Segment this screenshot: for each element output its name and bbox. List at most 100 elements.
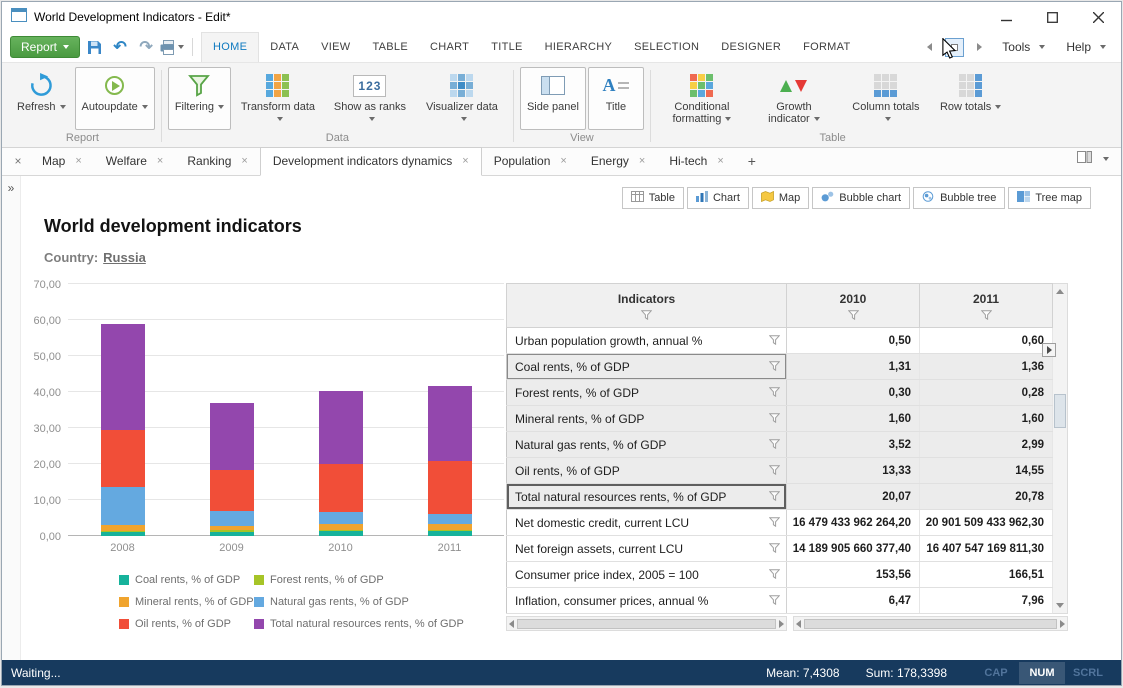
filter-icon[interactable]	[768, 568, 781, 582]
doc-tab-ranking[interactable]: Ranking ×	[175, 148, 259, 175]
doc-tab-hi-tech[interactable]: Hi-tech ×	[657, 148, 735, 175]
doc-tab-welfare[interactable]: Welfare ×	[94, 148, 176, 175]
ribbon-button-visualizer-data[interactable]: Visualizer data	[417, 67, 507, 130]
close-icon[interactable]: ×	[639, 155, 645, 167]
view-button-tree-map[interactable]: Tree map	[1008, 187, 1091, 209]
close-icon[interactable]: ×	[717, 155, 723, 167]
value-cell[interactable]: 3,52	[786, 431, 920, 458]
filter-icon[interactable]	[768, 594, 781, 608]
layout-dropdown-icon[interactable]	[1103, 157, 1109, 161]
ribbon-button-refresh[interactable]: Refresh	[10, 67, 73, 130]
value-cell[interactable]: 6,47	[786, 587, 920, 614]
view-button-bubble-tree[interactable]: Bubble tree	[913, 187, 1006, 209]
scroll-up-button[interactable]	[1053, 284, 1067, 299]
ribbon-tab-chart[interactable]: CHART	[419, 32, 480, 62]
filter-icon[interactable]	[768, 464, 781, 478]
filter-icon[interactable]	[768, 438, 781, 452]
value-cell[interactable]: 0,50	[786, 327, 920, 354]
indicator-cell[interactable]: Forest rents, % of GDP	[506, 379, 787, 406]
value-cell[interactable]: 14,55	[919, 457, 1053, 484]
view-button-bubble-chart[interactable]: Bubble chart	[812, 187, 911, 209]
frozen-pane-button[interactable]	[1042, 343, 1056, 357]
ribbon-tab-title[interactable]: TITLE	[480, 32, 533, 62]
doc-tab-energy[interactable]: Energy ×	[579, 148, 657, 175]
value-cell[interactable]: 14 189 905 660 377,40	[786, 535, 920, 562]
ribbon-button-column-totals[interactable]: Column totals	[841, 67, 931, 130]
horizontal-scroll-thumb[interactable]	[517, 618, 776, 629]
filter-icon[interactable]	[768, 490, 781, 504]
filter-icon[interactable]	[768, 542, 781, 556]
horizontal-scrollbar-left[interactable]	[506, 616, 787, 631]
filter-icon[interactable]	[847, 309, 859, 323]
close-icon[interactable]: ×	[157, 155, 163, 167]
view-button-chart[interactable]: Chart	[686, 187, 749, 209]
help-menu[interactable]: Help	[1059, 36, 1113, 58]
value-cell[interactable]: 13,33	[786, 457, 920, 484]
collapsed-side-panel[interactable]: »	[2, 176, 21, 660]
filter-icon[interactable]	[768, 516, 781, 530]
minimize-button[interactable]	[983, 2, 1029, 32]
close-icon[interactable]: ×	[75, 155, 81, 167]
indicator-cell[interactable]: Inflation, consumer prices, annual %	[506, 587, 787, 614]
nav-forward-button[interactable]	[971, 39, 988, 56]
doc-tab-map[interactable]: Map ×	[30, 148, 94, 175]
value-cell[interactable]: 1,60	[919, 405, 1053, 432]
ribbon-button-row-totals[interactable]: Row totals	[933, 67, 1008, 130]
ribbon-tab-format[interactable]: FORMAT	[792, 32, 861, 62]
ribbon-tab-table[interactable]: TABLE	[361, 32, 419, 62]
maximize-button[interactable]	[1029, 2, 1075, 32]
close-icon[interactable]: ×	[241, 155, 247, 167]
view-button-table[interactable]: Table	[621, 187, 684, 209]
column-header-indicators[interactable]: Indicators	[506, 283, 787, 328]
close-icon[interactable]: ×	[462, 155, 468, 167]
value-cell[interactable]: 0,60	[919, 327, 1053, 354]
close-icon[interactable]: ×	[560, 155, 566, 167]
indicator-cell[interactable]: Consumer price index, 2005 = 100	[506, 561, 787, 588]
horizontal-scrollbar-right[interactable]	[793, 616, 1068, 631]
ribbon-button-show-as-ranks[interactable]: 123 Show as ranks	[325, 67, 415, 130]
filter-icon[interactable]	[768, 334, 781, 348]
value-cell[interactable]: 166,51	[919, 561, 1053, 588]
vertical-scrollbar[interactable]	[1053, 283, 1068, 614]
redo-icon[interactable]: ↷	[134, 35, 158, 59]
value-cell[interactable]: 16 479 433 962 264,20	[786, 509, 920, 536]
indicator-cell[interactable]: Urban population growth, annual %	[506, 327, 787, 354]
filter-icon[interactable]	[768, 360, 781, 374]
column-header-2011[interactable]: 2011	[919, 283, 1053, 328]
filter-icon[interactable]	[640, 309, 653, 323]
ribbon-tab-selection[interactable]: SELECTION	[623, 32, 710, 62]
ribbon-tab-hierarchy[interactable]: HIERARCHY	[534, 32, 624, 62]
ribbon-tab-home[interactable]: HOME	[201, 32, 260, 62]
value-cell[interactable]: 1,60	[786, 405, 920, 432]
ribbon-button-side-panel[interactable]: Side panel	[519, 67, 586, 130]
view-button-map[interactable]: Map	[751, 187, 810, 209]
tools-menu[interactable]: Tools	[995, 36, 1052, 58]
value-cell[interactable]: 20,07	[786, 483, 920, 510]
doc-tab-development-indicators-dynamics[interactable]: Development indicators dynamics ×	[259, 147, 482, 176]
filter-icon[interactable]	[768, 412, 781, 426]
undo-icon[interactable]: ↶	[108, 35, 132, 59]
doc-tab-population[interactable]: Population ×	[482, 148, 579, 175]
indicator-cell[interactable]: Oil rents, % of GDP	[506, 457, 787, 484]
value-cell[interactable]: 2,99	[919, 431, 1053, 458]
print-icon[interactable]	[160, 35, 185, 59]
indicator-cell[interactable]: Net domestic credit, current LCU	[506, 509, 787, 536]
ribbon-button-autoupdate[interactable]: Autoupdate	[74, 67, 155, 130]
value-cell[interactable]: 0,30	[786, 379, 920, 406]
save-icon[interactable]	[82, 35, 106, 59]
close-tab-button[interactable]: ×	[6, 154, 30, 175]
status-toggle-scrl[interactable]: SCRL	[1065, 662, 1111, 684]
value-cell[interactable]: 0,28	[919, 379, 1053, 406]
ribbon-button-transform-data[interactable]: Transform data	[233, 67, 323, 130]
close-button[interactable]	[1075, 2, 1121, 32]
nav-back-button[interactable]	[921, 39, 938, 56]
value-cell[interactable]: 20 901 509 433 962,30	[919, 509, 1053, 536]
ribbon-tab-designer[interactable]: DESIGNER	[710, 32, 792, 62]
split-view-icon[interactable]	[1077, 150, 1092, 168]
status-toggle-num[interactable]: NUM	[1019, 661, 1065, 684]
country-link[interactable]: Russia	[103, 250, 146, 265]
scroll-down-button[interactable]	[1053, 598, 1067, 613]
value-cell[interactable]: 7,96	[919, 587, 1053, 614]
indicator-cell[interactable]: Net foreign assets, current LCU	[506, 535, 787, 562]
add-tab-button[interactable]: +	[736, 149, 768, 175]
